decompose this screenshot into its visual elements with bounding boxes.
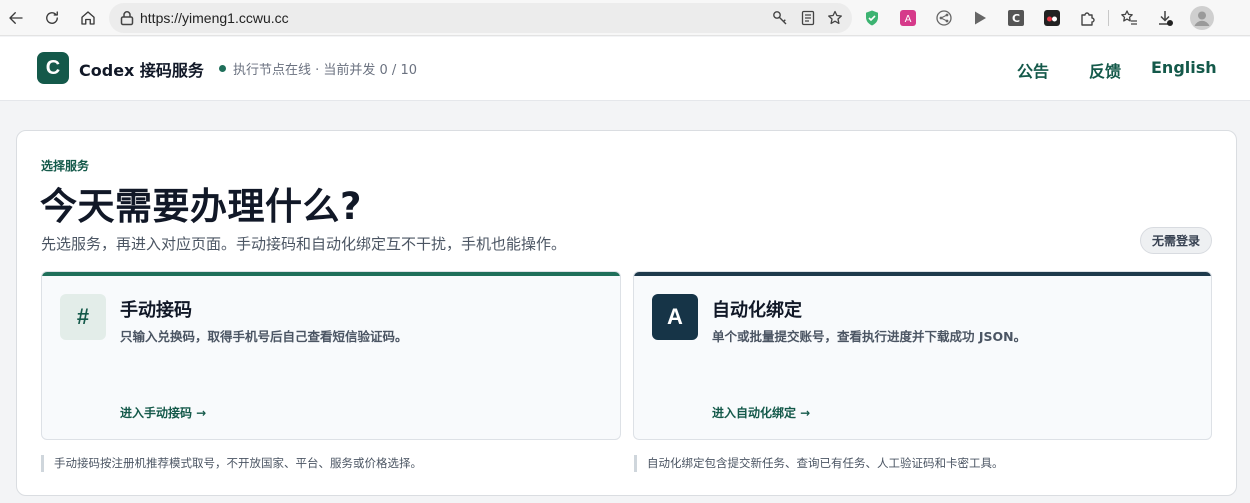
page-title: 今天需要办理什么?	[40, 185, 362, 228]
manual-code-service-card[interactable]: # 手动接码 只输入兑换码，取得手机号后自己查看短信验证码。 进入手动接码 →	[41, 271, 621, 440]
url-text[interactable]: https://yimeng1.ccwu.cc	[140, 10, 289, 26]
service-description: 只输入兑换码，取得手机号后自己查看短信验证码。	[120, 329, 408, 344]
browser-toolbar: https://yimeng1.ccwu.cc A C	[0, 0, 1250, 36]
card-accent-bar	[42, 272, 620, 276]
svg-text:C: C	[1012, 12, 1020, 25]
back-icon[interactable]	[4, 6, 28, 30]
no-login-badge: 无需登录	[1140, 227, 1212, 254]
translate-extension-icon[interactable]: A	[899, 9, 917, 27]
card-accent-bar	[634, 272, 1211, 276]
page-subtitle: 先选服务，再进入对应页面。手动接码和自动化绑定互不干扰，手机也能操作。	[41, 235, 567, 253]
enter-manual-code-link[interactable]: 进入手动接码 →	[120, 404, 206, 421]
svg-text:A: A	[905, 14, 912, 25]
favorites-icon[interactable]	[1120, 9, 1138, 27]
downloads-icon[interactable]	[1156, 9, 1174, 27]
online-status-dot	[219, 65, 226, 72]
favorite-star-icon[interactable]	[827, 10, 843, 26]
toolbar-divider	[1108, 10, 1109, 26]
service-title: 手动接码	[120, 300, 192, 321]
reader-mode-icon[interactable]	[800, 10, 816, 26]
shield-extension-icon[interactable]	[863, 9, 881, 27]
home-icon[interactable]	[76, 6, 100, 30]
key-icon[interactable]	[772, 10, 788, 26]
refresh-icon[interactable]	[40, 6, 64, 30]
hash-icon: #	[60, 294, 106, 340]
brand-name[interactable]: Codex 接码服务	[79, 57, 204, 81]
play-extension-icon[interactable]	[971, 9, 989, 27]
node-status-text: 执行节点在线 · 当前并发 0 / 10	[233, 63, 417, 78]
service-description: 单个或批量提交账号，查看执行进度并下载成功 JSON。	[712, 329, 1027, 344]
address-bar[interactable]: https://yimeng1.ccwu.cc	[109, 3, 852, 33]
auto-service-note: 自动化绑定包含提交新任务、查询已有任务、人工验证码和卡密工具。	[634, 455, 1004, 472]
auto-bind-service-card[interactable]: A 自动化绑定 单个或批量提交账号，查看执行进度并下载成功 JSON。 进入自动…	[633, 271, 1212, 440]
profile-avatar-icon[interactable]	[1190, 6, 1214, 30]
lock-icon[interactable]	[118, 9, 136, 27]
nav-announcements[interactable]: 公告	[1017, 58, 1049, 82]
nav-language-english[interactable]: English	[1151, 58, 1217, 77]
extensions-puzzle-icon[interactable]	[1079, 9, 1097, 27]
share-icon[interactable]	[935, 9, 953, 27]
nav-feedback[interactable]: 反馈	[1089, 58, 1121, 82]
eyebrow-label: 选择服务	[41, 159, 90, 173]
site-header: C Codex 接码服务 执行节点在线 · 当前并发 0 / 10 公告 反馈 …	[0, 37, 1250, 101]
logo[interactable]: C	[37, 52, 69, 84]
automation-a-icon: A	[652, 294, 698, 340]
media-extension-icon[interactable]	[1043, 9, 1061, 27]
manual-service-note: 手动接码按注册机推荐模式取号，不开放国家、平台、服务或价格选择。	[41, 455, 422, 472]
c-extension-icon[interactable]: C	[1007, 9, 1025, 27]
service-title: 自动化绑定	[712, 300, 802, 321]
enter-auto-bind-link[interactable]: 进入自动化绑定 →	[712, 404, 810, 421]
